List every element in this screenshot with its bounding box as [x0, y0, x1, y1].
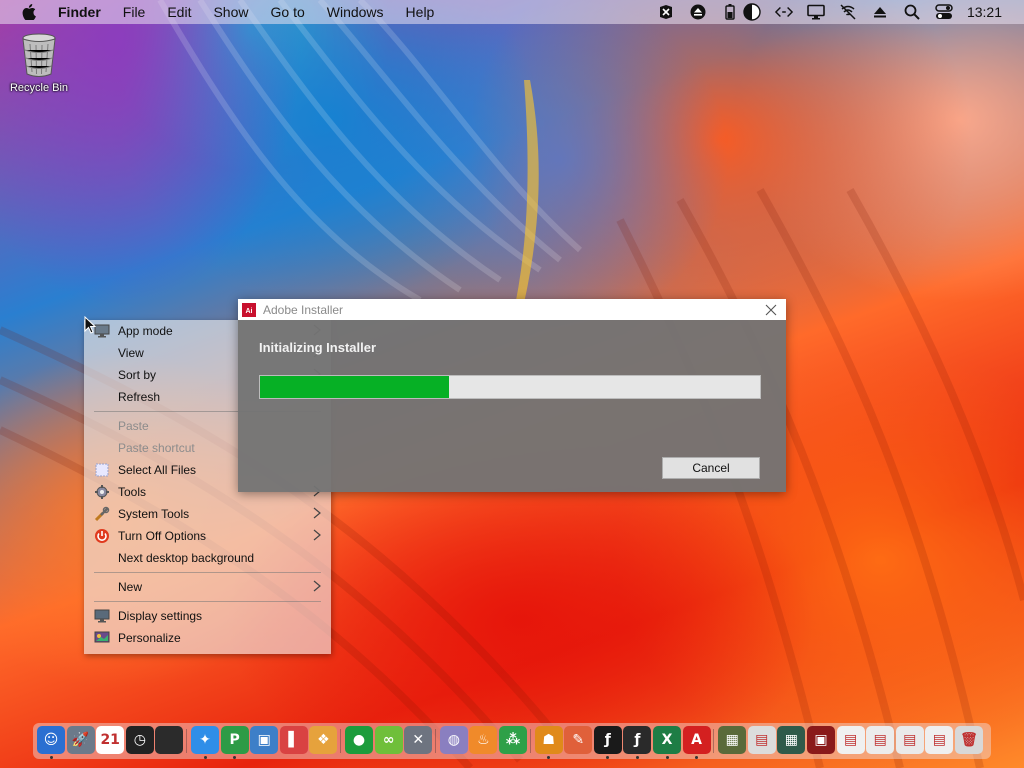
safari-icon[interactable]: ✦	[191, 726, 219, 754]
globe-icon[interactable]: ◍	[439, 726, 468, 754]
running-indicator	[635, 756, 639, 759]
menu-edit[interactable]: Edit	[167, 4, 191, 20]
tools-gear-icon	[94, 484, 110, 500]
photos-icon[interactable]: ❖	[309, 726, 338, 754]
thumbnail-1-icon[interactable]: ▦	[718, 726, 747, 754]
ctx-separator	[94, 601, 321, 602]
vscodium-icon[interactable]	[657, 3, 675, 21]
dock-separator	[713, 729, 715, 753]
running-indicator	[665, 756, 669, 759]
progress-fill	[260, 376, 449, 398]
dialog-title: Adobe Installer	[263, 302, 344, 317]
running-indicator	[547, 756, 551, 759]
dialog-heading: Initializing Installer	[259, 340, 377, 355]
project-icon[interactable]: P	[220, 726, 249, 754]
menu-file[interactable]: File	[123, 4, 146, 20]
recycle-bin[interactable]: Recycle Bin	[6, 32, 72, 94]
display-settings-icon	[94, 608, 110, 624]
select-icon	[94, 462, 110, 478]
thumbnail-8-icon[interactable]: ▤	[925, 726, 954, 754]
display-icon[interactable]	[807, 3, 825, 21]
dialog-titlebar[interactable]: Ai Adobe Installer	[238, 299, 786, 320]
apple-store-icon[interactable]	[155, 726, 184, 754]
dock: ☺ 🚀 21 ◷ ✦ P ▣ ▌ ❖ ● ∞ ✕ ◍ ♨ ⁂ ☗ ✎ ƒ ƒ X A ▦ ▤ ▦ ▣ ▤ ▤ ▤ ▤ 🗑	[33, 723, 991, 759]
menu-windows[interactable]: Windows	[327, 4, 384, 20]
thumbnail-5-icon[interactable]: ▤	[836, 726, 865, 754]
fire-icon[interactable]: ♨	[469, 726, 498, 754]
dock-separator	[434, 729, 436, 753]
ctx-item-new[interactable]: New	[84, 576, 331, 598]
adobe-installer-dialog: Ai Adobe Installer Initializing Installe…	[238, 299, 786, 492]
eject-icon[interactable]	[871, 3, 889, 21]
power-icon	[94, 528, 110, 544]
dock-separator	[340, 729, 341, 753]
bell-off-icon[interactable]	[839, 3, 857, 21]
desktop: Finder File Edit Show Go to Windows Help	[0, 0, 1024, 768]
close-icon[interactable]	[762, 301, 780, 319]
recycle-bin-label: Recycle Bin	[9, 82, 69, 94]
thumbnail-3-icon[interactable]: ▦	[777, 726, 806, 754]
wrench-icon	[94, 506, 110, 522]
code-arrows-icon[interactable]	[774, 3, 793, 21]
menu-clock[interactable]: 13:21	[967, 4, 1002, 20]
running-indicator	[203, 756, 207, 759]
apple-icon[interactable]	[22, 4, 36, 20]
menu-help[interactable]: Help	[406, 4, 435, 20]
chevron-right-icon	[313, 507, 321, 519]
chevron-right-icon	[313, 529, 321, 541]
running-indicator	[606, 756, 610, 759]
dock-separator	[186, 729, 187, 753]
calendar-icon[interactable]: 21	[96, 726, 125, 754]
ctx-item-personalize[interactable]: Personalize	[84, 627, 331, 649]
menu-finder[interactable]: Finder	[58, 4, 101, 20]
ctx-separator	[94, 572, 321, 573]
system-tools-icon[interactable]: ✕	[404, 726, 433, 754]
eject-circle-icon[interactable]	[689, 3, 707, 21]
ctx-item-display-settings[interactable]: Display settings	[84, 605, 331, 627]
mouse-cursor-icon	[84, 316, 96, 334]
finder-icon[interactable]: ☺	[37, 726, 65, 754]
control-center-icon[interactable]	[935, 3, 953, 21]
thumbnail-2-icon[interactable]: ▤	[747, 726, 776, 754]
svg-text:Ai: Ai	[246, 308, 253, 315]
menu-bar: Finder File Edit Show Go to Windows Help	[0, 0, 1024, 24]
battery-icon[interactable]	[721, 3, 739, 21]
thumbnail-6-icon[interactable]: ▤	[866, 726, 895, 754]
chat-icon[interactable]: ●	[345, 726, 373, 754]
personalize-icon	[94, 630, 110, 646]
monitor-icon	[94, 323, 110, 339]
menu-go-to[interactable]: Go to	[271, 4, 305, 20]
flash-player-icon[interactable]: ƒ	[623, 726, 652, 754]
search-icon[interactable]	[903, 3, 921, 21]
half-moon-icon[interactable]	[743, 3, 761, 21]
recycle-bin-icon	[22, 33, 56, 77]
adobe-icon: Ai	[242, 302, 256, 317]
acrobat-icon[interactable]: A	[682, 726, 711, 754]
ctx-item-next-desktop-background[interactable]: Next desktop background	[84, 547, 331, 569]
chevron-right-icon	[313, 580, 321, 592]
thumbnail-4-icon[interactable]: ▣	[807, 726, 835, 754]
clock-icon[interactable]: ◷	[125, 726, 154, 754]
ctx-item-turn-off-options[interactable]: Turn Off Options	[84, 525, 331, 547]
trash-icon[interactable]: 🗑	[955, 726, 983, 754]
dots-icon[interactable]: ⁂	[499, 726, 527, 754]
running-indicator	[695, 756, 699, 759]
remote-desktop-icon[interactable]: ▣	[250, 726, 279, 754]
menu-show[interactable]: Show	[213, 4, 248, 20]
paint-icon[interactable]: ✎	[564, 726, 593, 754]
ctx-item-system-tools[interactable]: System Tools	[84, 503, 331, 525]
flash-icon[interactable]: ƒ	[593, 726, 622, 754]
cancel-button[interactable]: Cancel	[662, 457, 760, 479]
book-icon[interactable]: ▌	[279, 726, 308, 754]
running-indicator	[233, 756, 237, 759]
link-icon[interactable]: ∞	[374, 726, 403, 754]
launchpad-icon[interactable]: 🚀	[66, 726, 95, 754]
excel-icon[interactable]: X	[653, 726, 681, 754]
dock-separator	[529, 729, 531, 753]
thumbnail-7-icon[interactable]: ▤	[895, 726, 924, 754]
install-progress-bar	[259, 375, 761, 399]
status-area: 13:21	[643, 0, 1024, 24]
running-indicator	[49, 756, 53, 759]
contacts-icon[interactable]: ☗	[534, 726, 563, 754]
